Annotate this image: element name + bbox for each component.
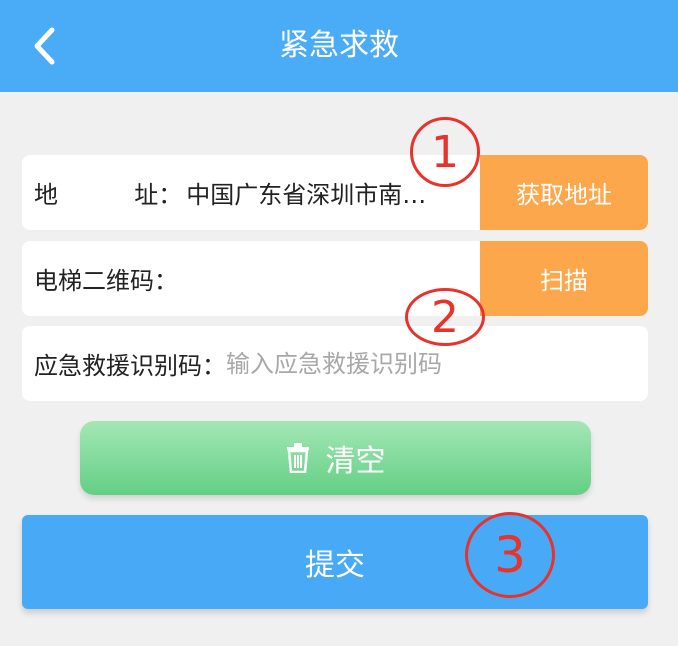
trash-icon (286, 443, 309, 473)
address-value: 中国广东省深圳市南… (186, 181, 427, 209)
clear-button-label: 清空 (325, 444, 386, 479)
annotation-marker-1: 1 (410, 117, 480, 187)
annotation-marker-2: 2 (405, 288, 485, 346)
scan-button[interactable]: 扫描 (480, 241, 648, 316)
elevator-qr-card: 电梯二维码： 扫描 (22, 241, 648, 316)
address-card: 地 址： 中国广东省深圳市南… 获取地址 (22, 155, 648, 230)
header-bar: 紧急求救 (0, 0, 678, 92)
get-address-button[interactable]: 获取地址 (480, 155, 648, 230)
elevator-qr-label: 电梯二维码： (34, 267, 178, 295)
rescue-code-label: 应急救援识别码： (34, 352, 226, 380)
rescue-code-card: 应急救援识别码： (22, 326, 648, 401)
page-title: 紧急求救 (279, 28, 399, 63)
back-button[interactable] (24, 22, 64, 70)
address-label: 地 址： (34, 181, 183, 209)
clear-button[interactable]: 清空 (80, 421, 591, 495)
chevron-left-icon (34, 27, 55, 65)
annotation-marker-3: 3 (465, 512, 555, 598)
rescue-code-input[interactable] (226, 349, 526, 378)
